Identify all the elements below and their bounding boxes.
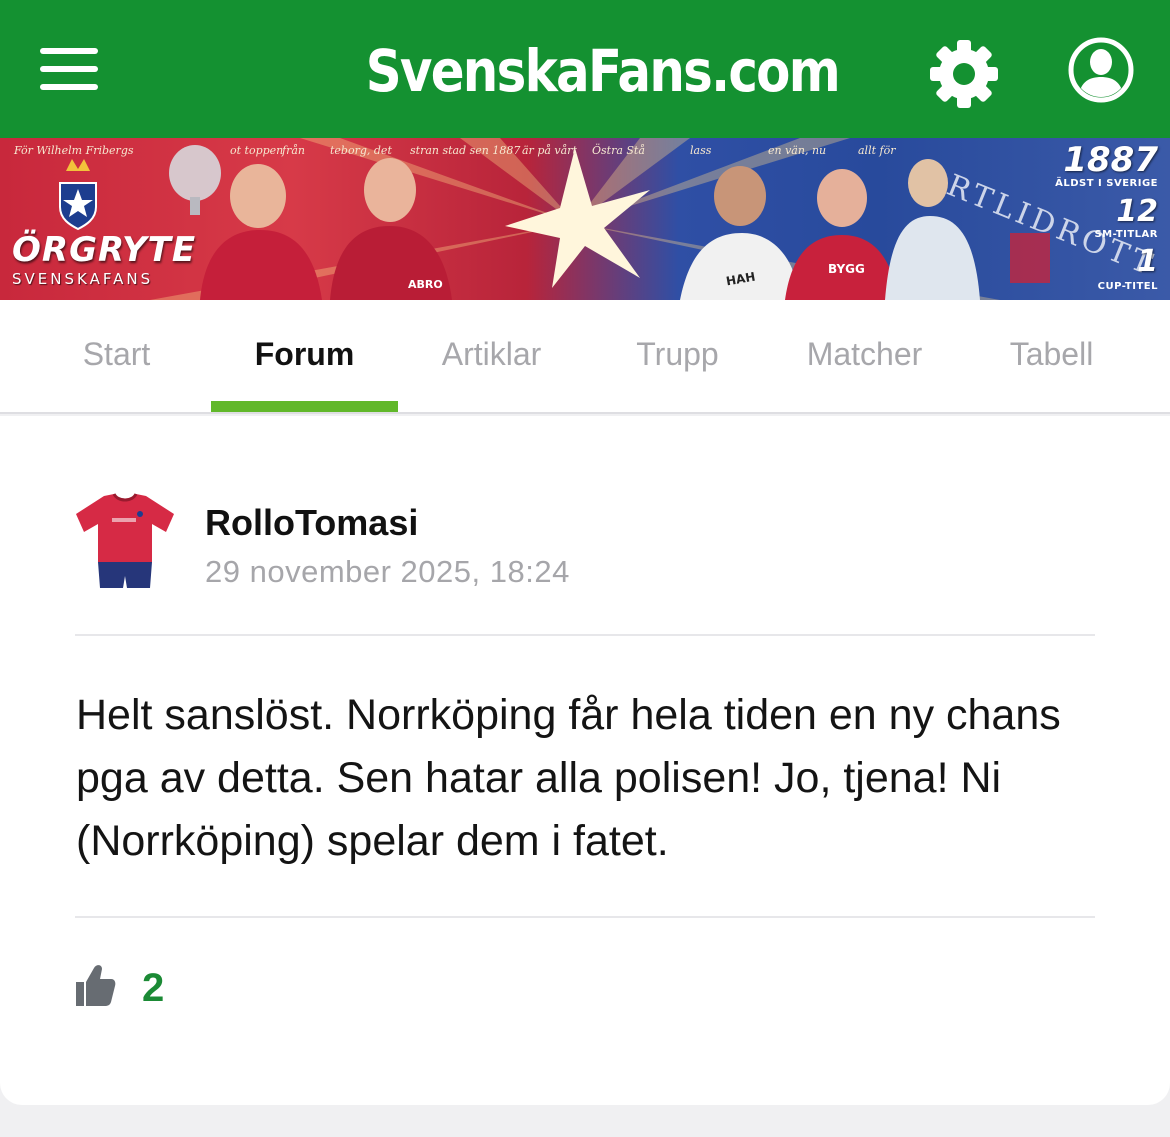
banner-quote: Östra Stå (592, 144, 645, 157)
banner-stat-number: 1887 (1063, 140, 1158, 180)
user-profile-icon[interactable] (1068, 37, 1134, 103)
banner-shirt-text: ABRO (408, 278, 443, 291)
gear-icon[interactable] (928, 38, 1000, 110)
top-bar: SvenskaFans.com (0, 0, 1170, 138)
section-tabs: Start Forum Artiklar Trupp Matcher Tabel… (0, 300, 1170, 414)
site-logo[interactable]: SvenskaFans.com (366, 36, 841, 106)
banner-stat-number: 12 (1116, 194, 1158, 229)
banner-stat-label: ÄLDST I SVERIGE (1055, 178, 1158, 189)
tab-start[interactable]: Start (23, 336, 210, 373)
banner-quote: teborg, det (330, 144, 392, 157)
banner-quote: ot toppen (230, 144, 284, 157)
divider (75, 634, 1095, 636)
banner-quote: från (282, 144, 305, 157)
tab-tabell[interactable]: Tabell (958, 336, 1145, 373)
banner-brand-subtitle: SVENSKAFANS (12, 270, 154, 288)
tab-forum[interactable]: Forum (211, 336, 398, 373)
forum-post-card: RolloTomasi 29 november 2025, 18:24 Helt… (0, 416, 1170, 1105)
banner-shirt-text: BYGG (828, 262, 865, 276)
tab-trupp[interactable]: Trupp (584, 336, 771, 373)
post-body: Helt sanslöst. Norrköping får hela tiden… (76, 691, 1061, 865)
banner-quote: är på vårt (522, 144, 577, 157)
jersey-avatar-icon[interactable] (74, 492, 176, 590)
like-count: 2 (142, 966, 165, 1010)
hamburger-menu-icon[interactable] (40, 48, 98, 90)
thumbs-up-icon[interactable] (74, 962, 116, 1008)
team-banner: För Wilhelm Fribergs ot toppen från tebo… (0, 138, 1170, 300)
banner-stat-number: 1 (1137, 244, 1158, 279)
banner-quote: För Wilhelm Fribergs (14, 144, 134, 157)
banner-quote: stran stad sen 1887 (410, 144, 521, 157)
banner-quote: en vän, nu (768, 144, 827, 157)
banner-quote: allt för (858, 144, 896, 157)
banner-brand-title: ÖRGRYTE (12, 230, 197, 270)
post-timestamp: 29 november 2025, 18:24 (205, 554, 570, 589)
post-username[interactable]: RolloTomasi (205, 502, 418, 544)
banner-stat-label: SM-TITLAR (1094, 229, 1158, 240)
tab-matcher[interactable]: Matcher (771, 336, 958, 373)
tab-artiklar[interactable]: Artiklar (398, 336, 585, 373)
divider (75, 916, 1095, 918)
banner-quote: lass (690, 144, 712, 157)
active-tab-indicator (211, 401, 398, 412)
banner-stat-label: CUP-TITEL (1097, 281, 1158, 292)
